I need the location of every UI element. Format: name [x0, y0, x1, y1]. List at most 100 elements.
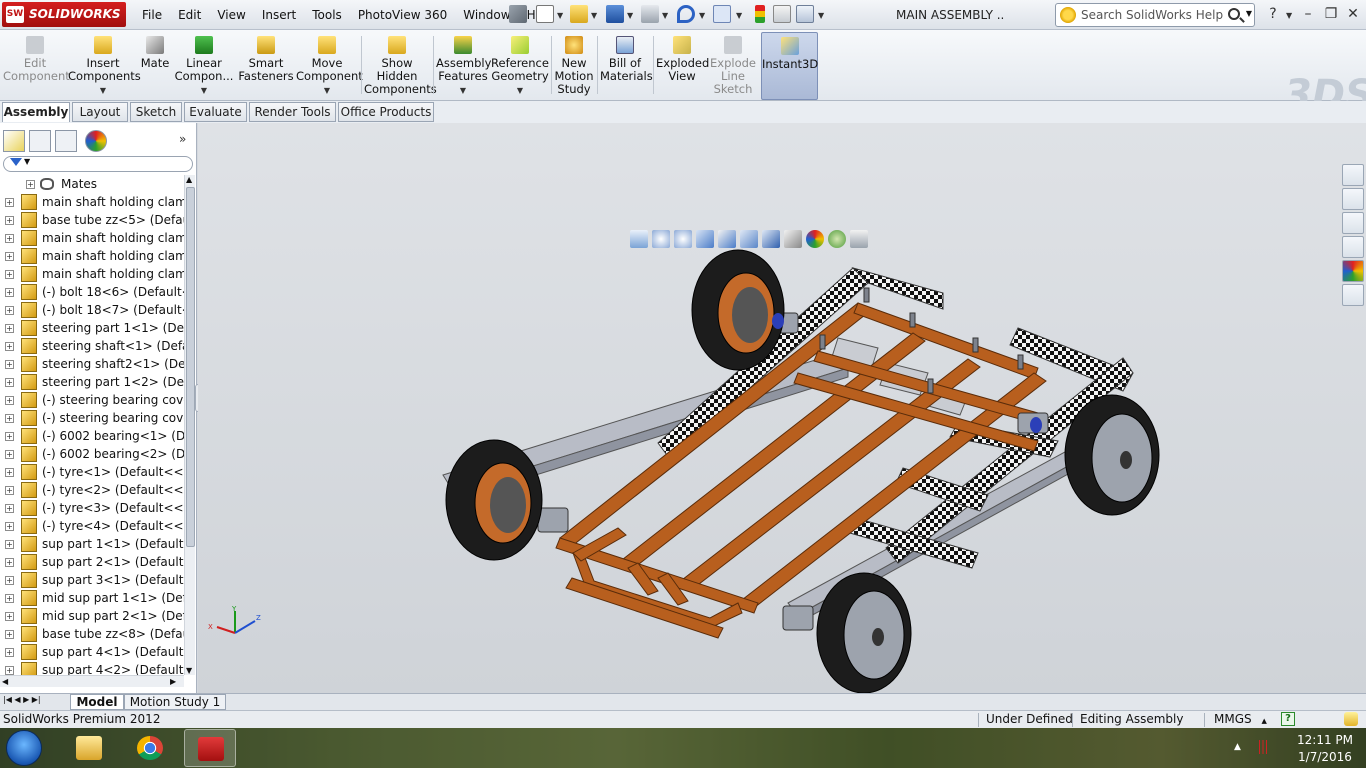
- expand-icon[interactable]: +: [5, 342, 14, 351]
- expand-icon[interactable]: +: [26, 180, 35, 189]
- tab-sketch[interactable]: Sketch: [130, 102, 182, 122]
- exploded-view-button[interactable]: Exploded View: [656, 32, 709, 100]
- filter-dropdown-icon[interactable]: ▼: [24, 157, 30, 166]
- solidworks-logo[interactable]: SW SOLIDWORKS: [2, 2, 126, 27]
- file-properties-icon[interactable]: [773, 5, 791, 23]
- explode-line-sketch-button[interactable]: Explode Line Sketch: [710, 32, 756, 100]
- menu-edit[interactable]: Edit: [170, 0, 209, 30]
- expand-icon[interactable]: +: [5, 540, 14, 549]
- rebuild-icon[interactable]: [755, 5, 765, 23]
- move-component-dropdown-icon[interactable]: ▼: [296, 84, 358, 97]
- expand-icon[interactable]: +: [5, 522, 14, 531]
- menu-insert[interactable]: Insert: [254, 0, 304, 30]
- design-library-icon[interactable]: [1342, 188, 1364, 210]
- mate-button[interactable]: Mate: [138, 32, 172, 100]
- taskbar-chrome[interactable]: [124, 729, 176, 767]
- linear-pattern-button[interactable]: Linear Compon... ▼: [174, 32, 234, 100]
- apply-scene-icon[interactable]: [828, 230, 846, 248]
- assembly-features-dropdown-icon[interactable]: ▼: [436, 84, 490, 97]
- zoom-area-icon[interactable]: [652, 230, 670, 248]
- options-dropdown-icon[interactable]: ▼: [818, 11, 824, 20]
- tree-node-component[interactable]: + main shaft holding clamp<: [0, 193, 184, 211]
- status-tooltip-icon[interactable]: [1344, 712, 1358, 726]
- edit-appearance-icon[interactable]: [806, 230, 824, 248]
- undo-icon[interactable]: [677, 5, 695, 23]
- new-document-icon[interactable]: [536, 5, 554, 23]
- restore-button[interactable]: ❐: [1320, 4, 1342, 24]
- tab-model[interactable]: Model: [70, 694, 124, 710]
- menu-photoview[interactable]: PhotoView 360: [350, 0, 455, 30]
- clock-date[interactable]: 1/7/2016: [1290, 750, 1360, 764]
- scroll-down-icon[interactable]: ▼: [186, 666, 192, 675]
- menu-view[interactable]: View: [209, 0, 253, 30]
- expand-icon[interactable]: +: [5, 270, 14, 279]
- expand-icon[interactable]: +: [5, 648, 14, 657]
- clock-time[interactable]: 12:11 PM: [1290, 733, 1360, 747]
- expand-icon[interactable]: +: [5, 234, 14, 243]
- tree-node-component[interactable]: + (-) tyre<4> (Default<<Def: [0, 517, 184, 535]
- tree-node-component[interactable]: + sup part 1<1> (Default<<D: [0, 535, 184, 553]
- section-view-icon[interactable]: [696, 230, 714, 248]
- tree-node-component[interactable]: + steering part 1<1> (Defaul: [0, 319, 184, 337]
- scroll-thumb[interactable]: [186, 187, 195, 547]
- expand-icon[interactable]: +: [5, 198, 14, 207]
- view-palette-icon[interactable]: [1342, 236, 1364, 258]
- zoom-to-fit-icon[interactable]: [630, 230, 648, 248]
- save-icon[interactable]: [606, 5, 624, 23]
- menu-tools[interactable]: Tools: [304, 0, 350, 30]
- smart-fasteners-button[interactable]: Smart Fasteners: [238, 32, 294, 100]
- close-button[interactable]: ✕: [1342, 4, 1364, 24]
- tree-vertical-scrollbar[interactable]: ▲ ▼: [184, 175, 195, 675]
- tree-node-component[interactable]: + base tube zz<8> (Default<: [0, 625, 184, 643]
- show-hidden-components-button[interactable]: Show Hidden Components: [364, 32, 437, 100]
- expand-icon[interactable]: +: [5, 378, 14, 387]
- open-folder-icon[interactable]: [570, 5, 588, 23]
- display-style-icon[interactable]: [762, 230, 780, 248]
- solidworks-resources-icon[interactable]: [1342, 164, 1364, 186]
- instant3d-button[interactable]: Instant3D: [761, 32, 818, 100]
- search-dropdown-icon[interactable]: ▼: [1246, 9, 1252, 18]
- show-hidden-icons-icon[interactable]: ▲: [1234, 742, 1241, 752]
- tree-node-component[interactable]: + (-) steering bearing cover<: [0, 409, 184, 427]
- tree-node-component[interactable]: + (-) tyre<3> (Default<<Def: [0, 499, 184, 517]
- expand-icon[interactable]: +: [5, 450, 14, 459]
- linear-pattern-dropdown-icon[interactable]: ▼: [174, 84, 234, 97]
- scroll-right-icon[interactable]: ▶: [170, 677, 176, 686]
- print-icon[interactable]: [641, 5, 659, 23]
- tree-horizontal-scrollbar[interactable]: ◀ ▶: [0, 675, 184, 687]
- tree-node-component[interactable]: + mid sup part 1<1> (Defaul: [0, 589, 184, 607]
- tree-node-component[interactable]: + main shaft holding clamp<: [0, 247, 184, 265]
- feature-tree-tab-icon[interactable]: [3, 130, 25, 152]
- custom-properties-icon[interactable]: [1342, 284, 1364, 306]
- network-signal-icon[interactable]: [1256, 740, 1270, 754]
- print-dropdown-icon[interactable]: ▼: [662, 11, 668, 20]
- file-explorer-icon[interactable]: [1342, 212, 1364, 234]
- expand-icon[interactable]: +: [5, 216, 14, 225]
- graphics-area[interactable]: ▯ ▯ – ❐ ✕: [198, 123, 1366, 693]
- scroll-up-icon[interactable]: ▲: [186, 175, 192, 184]
- help-dropdown-icon[interactable]: ▼: [1286, 11, 1292, 20]
- expand-icon[interactable]: +: [5, 612, 14, 621]
- new-dropdown-icon[interactable]: ▼: [557, 11, 563, 20]
- expand-icon[interactable]: +: [5, 576, 14, 585]
- tree-filter-input[interactable]: ▼: [3, 156, 193, 172]
- expand-icon[interactable]: +: [5, 396, 14, 405]
- taskbar-solidworks[interactable]: [184, 729, 236, 767]
- reference-geometry-dropdown-icon[interactable]: ▼: [491, 84, 549, 97]
- search-icon[interactable]: [1228, 8, 1240, 20]
- expand-icon[interactable]: +: [5, 288, 14, 297]
- scroll-left-icon[interactable]: ◀: [2, 677, 8, 686]
- tree-node-component[interactable]: + (-) tyre<2> (Default<<Def: [0, 481, 184, 499]
- tree-node-component[interactable]: + sup part 2<1> (Default<<D: [0, 553, 184, 571]
- tree-node-component[interactable]: + (-) bolt 18<6> (Default<<D: [0, 283, 184, 301]
- search-help-input[interactable]: Search SolidWorks Help ▼: [1055, 3, 1255, 27]
- expand-tabs-icon[interactable]: »: [179, 132, 186, 146]
- select-icon[interactable]: [713, 5, 731, 23]
- bill-of-materials-button[interactable]: Bill of Materials: [600, 32, 653, 100]
- tab-evaluate[interactable]: Evaluate: [184, 102, 247, 122]
- tree-node-component[interactable]: + steering shaft<1> (Default: [0, 337, 184, 355]
- tree-node-component[interactable]: + sup part 4<1> (Default<<D: [0, 643, 184, 661]
- tab-render-tools[interactable]: Render Tools: [249, 102, 336, 122]
- tab-office-products[interactable]: Office Products: [338, 102, 434, 122]
- new-motion-study-button[interactable]: New Motion Study: [554, 32, 594, 100]
